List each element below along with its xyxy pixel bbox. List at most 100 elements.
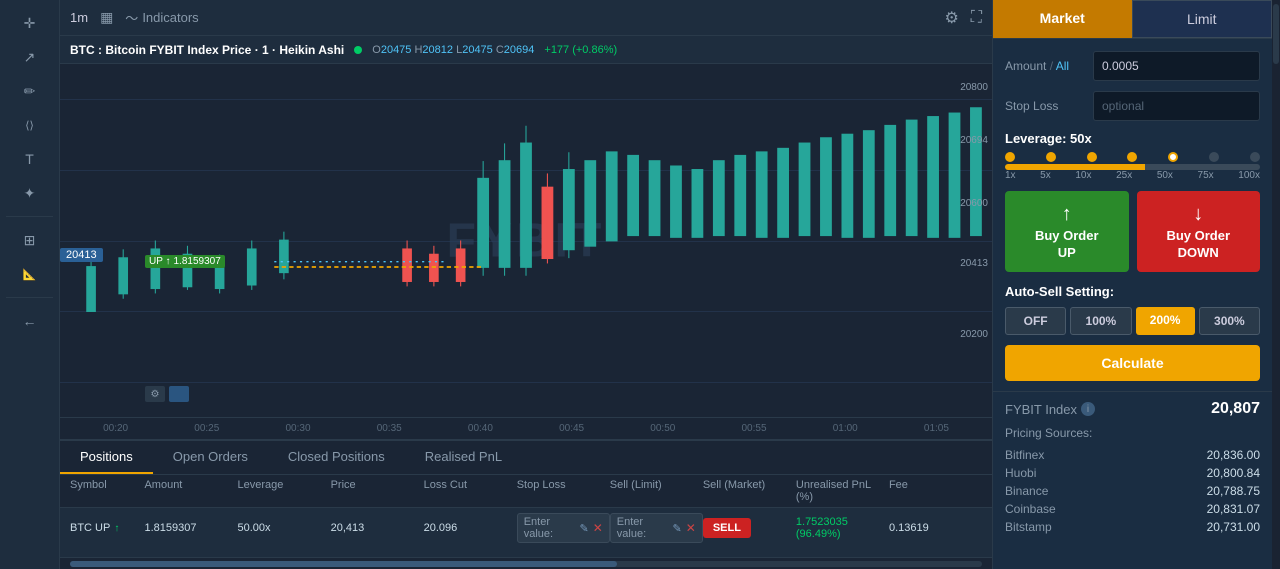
lev-dot-50x[interactable]: [1168, 152, 1178, 162]
auto-sell-100[interactable]: 100%: [1070, 307, 1131, 335]
indicators-button[interactable]: 〜 Indicators: [125, 8, 198, 27]
auto-sell-buttons: OFF 100% 200% 300%: [1005, 307, 1260, 335]
grid-tool[interactable]: ⊞: [12, 225, 48, 255]
sell-limit-clear-icon[interactable]: ✕: [686, 521, 696, 535]
timeframe-button[interactable]: 1m: [70, 10, 88, 25]
right-scrollbar[interactable]: [1272, 0, 1280, 569]
lev-mark-5x[interactable]: 5x: [1040, 170, 1051, 181]
text-tool[interactable]: T: [12, 144, 48, 174]
sell-market-button[interactable]: SELL: [703, 518, 751, 538]
pricing-row-bitfinex: Bitfinex 20,836.00: [1005, 446, 1260, 464]
measure-tool[interactable]: 📐: [12, 259, 48, 289]
td-sell-limit[interactable]: Enter value: ✎ ✕: [610, 513, 703, 543]
buy-down-label: Buy Order: [1166, 228, 1230, 243]
lev-mark-1x[interactable]: 1x: [1005, 170, 1016, 181]
tab-realised-pnl[interactable]: Realised PnL: [405, 441, 522, 474]
price-label-1: 20800: [960, 82, 992, 93]
pricing-row-coinbase: Coinbase 20,831.07: [1005, 500, 1260, 518]
chart-expand-icon[interactable]: ⛶: [971, 9, 982, 27]
back-tool[interactable]: ←: [12, 306, 48, 336]
lev-mark-50x[interactable]: 50x: [1157, 170, 1173, 181]
star-tool[interactable]: ✦: [12, 178, 48, 208]
buy-up-button[interactable]: ↑ Buy Order UP: [1005, 191, 1129, 272]
stop-loss-edit-icon[interactable]: ✎: [579, 522, 588, 535]
source-binance: Binance: [1005, 484, 1048, 498]
amount-input[interactable]: [1094, 54, 1260, 78]
bottom-panel: Positions Open Orders Closed Positions R…: [60, 439, 992, 569]
candle-type-icon[interactable]: ▦: [100, 9, 113, 26]
lev-mark-25x[interactable]: 25x: [1116, 170, 1132, 181]
angle-tool[interactable]: ⟨⟩: [12, 110, 48, 140]
th-price: Price: [331, 479, 424, 503]
sell-limit-input[interactable]: Enter value: ✎ ✕: [610, 513, 703, 543]
tabs-bar: Positions Open Orders Closed Positions R…: [60, 441, 992, 475]
td-sell-market[interactable]: SELL: [703, 518, 796, 538]
tab-closed-positions[interactable]: Closed Positions: [268, 441, 405, 474]
lev-mark-100x[interactable]: 100x: [1238, 170, 1260, 181]
amount-row: Amount / All ▲ ▼ BTC: [1005, 51, 1260, 81]
crosshair-tool[interactable]: ✛: [12, 8, 48, 38]
symbol-with-arrow: BTC UP ↑: [70, 522, 144, 534]
td-stop-loss[interactable]: Enter value: ✎ ✕: [517, 513, 610, 543]
fybit-index-section: FYBIT Index i 20,807 Pricing Sources: Bi…: [993, 391, 1272, 544]
order-type-tabs: Market Limit: [993, 0, 1272, 39]
symbol-direction-arrow: ↑: [114, 523, 119, 534]
leverage-dots-row: [1005, 154, 1260, 160]
lev-mark-75x[interactable]: 75x: [1198, 170, 1214, 181]
chart-settings-bottom-icon[interactable]: ⚙: [145, 386, 165, 402]
up-arrow-icon: ↑: [1062, 203, 1072, 226]
right-scrollbar-thumb[interactable]: [1273, 4, 1279, 64]
buy-up-dir: UP: [1058, 245, 1076, 260]
tab-limit[interactable]: Limit: [1132, 0, 1273, 38]
fybit-index-label: FYBIT Index i: [1005, 402, 1095, 417]
auto-sell-300[interactable]: 300%: [1199, 307, 1260, 335]
line-tool[interactable]: ↗: [12, 42, 48, 72]
tab-positions[interactable]: Positions: [60, 441, 153, 474]
th-amount: Amount: [144, 479, 237, 503]
buy-down-button[interactable]: ↓ Buy Order DOWN: [1137, 191, 1261, 272]
sell-limit-edit-icon[interactable]: ✎: [673, 522, 682, 535]
chart-settings-icon[interactable]: ⚙: [944, 8, 958, 28]
td-fee: 0.13619: [889, 522, 982, 534]
lev-dot-5x[interactable]: [1046, 152, 1056, 162]
tab-open-orders[interactable]: Open Orders: [153, 441, 268, 474]
tab-market[interactable]: Market: [993, 0, 1132, 38]
fybit-index-info-icon[interactable]: i: [1081, 402, 1095, 416]
toolbar-sep-1: [6, 216, 53, 217]
lev-dot-1x[interactable]: [1005, 152, 1015, 162]
leverage-label: Leverage: 50x: [1005, 131, 1260, 146]
price-label-5: 20200: [960, 329, 992, 340]
live-dot: [354, 46, 362, 54]
stop-loss-input[interactable]: Enter value: ✎ ✕: [517, 513, 610, 543]
lev-mark-10x[interactable]: 10x: [1075, 170, 1091, 181]
position-direction-label: UP ↑ 1.8159307: [145, 255, 225, 268]
stop-loss-clear-icon[interactable]: ✕: [593, 521, 603, 535]
pencil-tool[interactable]: ✏: [12, 76, 48, 106]
auto-sell-200[interactable]: 200%: [1136, 307, 1195, 335]
stop-loss-field[interactable]: [1094, 94, 1260, 118]
value-coinbase: 20,831.07: [1207, 502, 1260, 516]
source-bitfinex: Bitfinex: [1005, 448, 1044, 462]
stop-loss-label: Stop Loss: [1005, 99, 1085, 113]
scrollbar-thumb[interactable]: [70, 561, 617, 567]
auto-sell-off[interactable]: OFF: [1005, 307, 1066, 335]
auto-sell-label: Auto-Sell Setting:: [1005, 284, 1260, 299]
lev-dot-10x[interactable]: [1087, 152, 1097, 162]
time-label-7: 00:55: [708, 423, 799, 434]
lev-dot-100x[interactable]: [1250, 152, 1260, 162]
leverage-track[interactable]: [1005, 164, 1260, 170]
source-coinbase: Coinbase: [1005, 502, 1056, 516]
price-change: +177 (+0.86%): [544, 44, 617, 56]
fybit-index-row: FYBIT Index i 20,807: [1005, 400, 1260, 418]
calculate-button[interactable]: Calculate: [1005, 345, 1260, 381]
amount-all-button[interactable]: All: [1056, 59, 1069, 73]
left-toolbar: ✛ ↗ ✏ ⟨⟩ T ✦ ⊞ 📐 ←: [0, 0, 60, 569]
price-label-2: 20694: [960, 135, 992, 146]
lev-dot-75x[interactable]: [1209, 152, 1219, 162]
scrollbar-track[interactable]: [70, 561, 982, 567]
chart-tools-bottom: ⚙: [145, 386, 189, 402]
td-leverage: 50.00x: [238, 522, 331, 534]
lev-dot-25x[interactable]: [1127, 152, 1137, 162]
table-scrollbar[interactable]: [60, 557, 992, 569]
th-leverage: Leverage: [238, 479, 331, 503]
